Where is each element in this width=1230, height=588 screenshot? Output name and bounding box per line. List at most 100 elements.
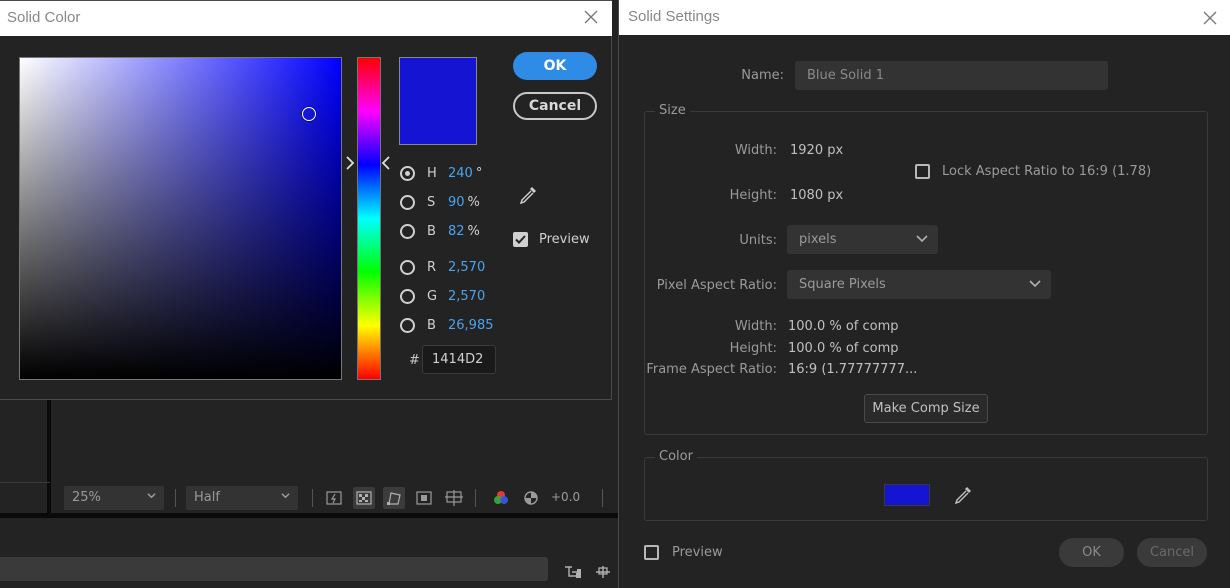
- eyedropper-icon[interactable]: [953, 485, 973, 505]
- timeline-search-bar[interactable]: [0, 557, 548, 581]
- exposure-value[interactable]: +0.0: [551, 490, 580, 504]
- red-value[interactable]: 2,570: [448, 260, 485, 275]
- lock-aspect-row[interactable]: Lock Aspect Ratio to 16:9 (1.78): [915, 164, 1151, 179]
- units-label: Units:: [739, 233, 777, 248]
- radio-brightness[interactable]: [400, 223, 415, 239]
- saturation-brightness-field[interactable]: [19, 57, 342, 380]
- percent-width-value: 100.0 % of comp: [788, 319, 899, 334]
- mode-label: G: [427, 288, 438, 304]
- hex-label: #: [409, 353, 420, 368]
- preview-checkbox[interactable]: [644, 545, 659, 560]
- zoom-value: 25%: [72, 490, 101, 505]
- height-value[interactable]: 1080 px: [790, 188, 843, 203]
- size-legend: Size: [655, 103, 690, 118]
- lock-aspect-label: Lock Aspect Ratio to 16:9 (1.78): [942, 164, 1152, 179]
- toolbar-separator: [175, 489, 176, 507]
- frame-aspect-ratio-value: 16:9 (1.77777777...: [788, 362, 918, 377]
- radio-saturation[interactable]: [400, 194, 415, 210]
- mode-row-saturation[interactable]: S 90%: [400, 192, 480, 212]
- make-comp-size-button[interactable]: Make Comp Size: [864, 394, 988, 423]
- toolbar-separator: [602, 489, 603, 507]
- solid-color-titlebar: Solid Color: [0, 1, 612, 36]
- percent-height-label: Height:: [729, 341, 777, 356]
- mode-row-green[interactable]: G 2,570: [400, 286, 485, 306]
- chevron-down-icon: [1029, 280, 1041, 288]
- mode-label: S: [427, 194, 436, 210]
- resolution-value: Half: [194, 490, 220, 505]
- name-label: Name:: [741, 68, 784, 83]
- cancel-button[interactable]: Cancel: [1137, 538, 1207, 567]
- units-value: pixels: [799, 232, 837, 247]
- width-label: Width:: [734, 143, 777, 158]
- close-icon[interactable]: [583, 9, 599, 25]
- solid-color-dialog: Solid Color OK Cancel H 240 ° S 90% B 82%…: [0, 0, 612, 400]
- transparency-grid-icon[interactable]: [353, 487, 375, 509]
- mode-label: H: [427, 165, 437, 181]
- zoom-select[interactable]: 25%: [64, 486, 164, 510]
- toolbar-separator: [312, 489, 313, 507]
- chevron-down-icon: [281, 493, 290, 499]
- mode-row-red[interactable]: R 2,570: [400, 257, 485, 277]
- mode-label: B: [427, 223, 436, 239]
- brightness-value[interactable]: 82%: [448, 224, 480, 239]
- pixel-aspect-ratio-dropdown[interactable]: Square Pixels: [787, 270, 1051, 299]
- cancel-button[interactable]: Cancel: [513, 92, 597, 120]
- mode-row-blue[interactable]: B 26,985: [400, 315, 494, 335]
- name-field[interactable]: Blue Solid 1: [795, 61, 1108, 90]
- units-dropdown[interactable]: pixels: [787, 225, 938, 254]
- mode-row-brightness[interactable]: B 82%: [400, 221, 480, 241]
- frame-aspect-ratio-label: Frame Aspect Ratio:: [646, 362, 777, 377]
- preview-checkbox[interactable]: [513, 232, 528, 247]
- ok-button[interactable]: OK: [1059, 538, 1124, 567]
- region-of-interest-icon[interactable]: [413, 487, 435, 509]
- ok-button[interactable]: OK: [513, 52, 597, 80]
- width-value[interactable]: 1920 px: [790, 143, 843, 158]
- resolution-select[interactable]: Half: [186, 486, 298, 510]
- radio-blue[interactable]: [400, 317, 415, 333]
- mode-label: R: [427, 259, 437, 275]
- color-preview-swatch: [399, 57, 477, 145]
- lock-aspect-checkbox[interactable]: [915, 164, 930, 179]
- radio-hue[interactable]: [400, 165, 415, 181]
- solid-settings-titlebar: Solid Settings: [619, 0, 1230, 35]
- blue-value[interactable]: 26,985: [448, 318, 494, 333]
- radio-red[interactable]: [400, 259, 415, 275]
- solid-settings-dialog: Solid Settings Name: Blue Solid 1 Size W…: [618, 0, 1230, 588]
- percent-height-value: 100.0 % of comp: [788, 341, 899, 356]
- dialog-title: Solid Color: [7, 9, 81, 26]
- panel-separator: [0, 482, 50, 483]
- percent-width-label: Width:: [734, 319, 777, 334]
- channel-rgb-icon[interactable]: [490, 487, 512, 509]
- checkmark-icon: [515, 235, 526, 244]
- hue-slider[interactable]: [357, 57, 381, 380]
- color-swatch[interactable]: [884, 484, 930, 506]
- hue-slider-right-arrow-icon[interactable]: [381, 156, 391, 170]
- reset-exposure-icon[interactable]: [520, 487, 542, 509]
- color-picker-cursor[interactable]: [302, 107, 316, 121]
- hue-value[interactable]: 240 °: [448, 166, 482, 181]
- grid-guides-icon[interactable]: [443, 487, 465, 509]
- green-value[interactable]: 2,570: [448, 289, 485, 304]
- height-label: Height:: [729, 188, 777, 203]
- saturation-value[interactable]: 90%: [448, 195, 480, 210]
- preview-checkbox-row[interactable]: Preview: [513, 232, 590, 247]
- preview-label: Preview: [672, 545, 723, 560]
- color-legend: Color: [655, 449, 697, 464]
- radio-green[interactable]: [400, 288, 415, 304]
- eyedropper-icon[interactable]: [518, 185, 538, 205]
- chevron-down-icon: [147, 493, 156, 499]
- mask-path-visibility-icon[interactable]: [383, 487, 405, 509]
- dialog-title: Solid Settings: [628, 8, 720, 25]
- pixel-aspect-ratio-label: Pixel Aspect Ratio:: [656, 278, 777, 293]
- hex-input[interactable]: 1414D2: [422, 345, 496, 374]
- hue-slider-left-arrow-icon[interactable]: [345, 156, 355, 170]
- mode-label: B: [427, 317, 436, 333]
- preview-checkbox-row[interactable]: Preview: [644, 545, 723, 560]
- mode-row-hue[interactable]: H 240 °: [400, 163, 482, 183]
- comp-navigator-icon[interactable]: [592, 561, 614, 583]
- flowchart-icon[interactable]: [562, 561, 584, 583]
- preview-label: Preview: [539, 232, 590, 247]
- close-icon[interactable]: [1202, 10, 1218, 26]
- toolbar-separator: [475, 489, 476, 507]
- fast-previews-icon[interactable]: [323, 487, 345, 509]
